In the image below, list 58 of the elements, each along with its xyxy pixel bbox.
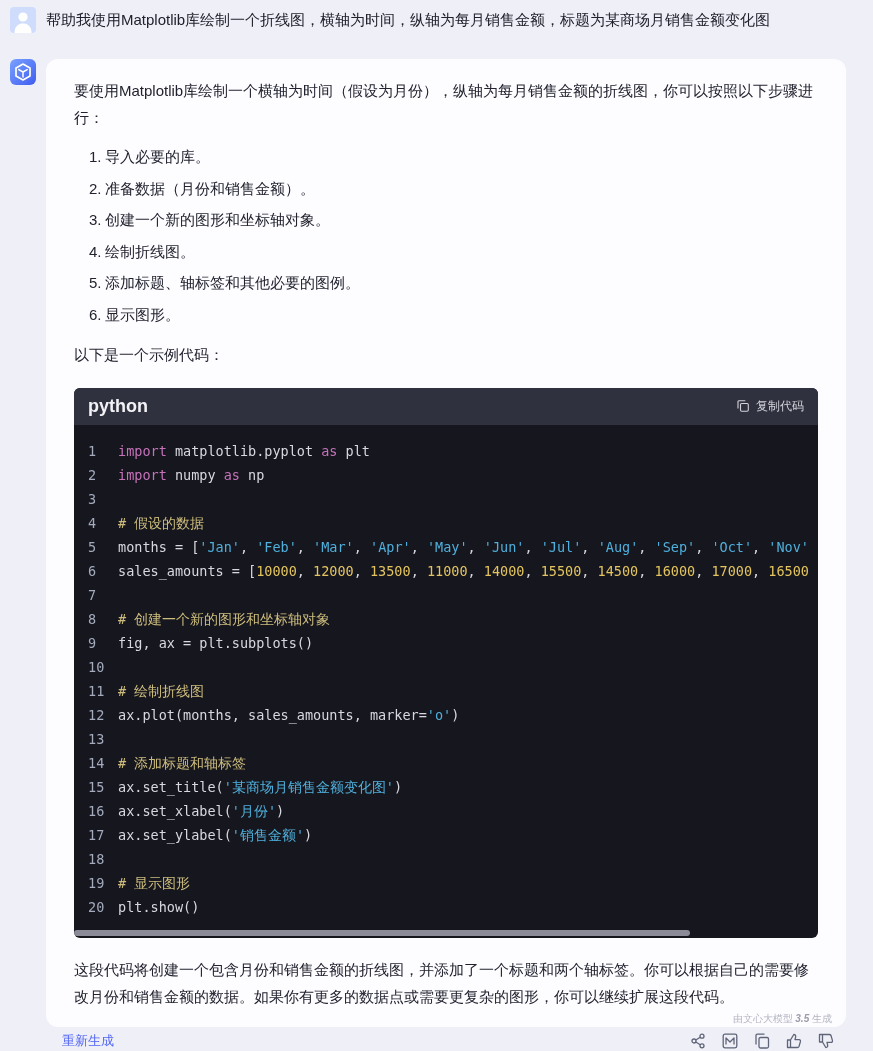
thumbs-down-icon[interactable]	[818, 1032, 834, 1049]
code-intro-text: 以下是一个示例代码：	[74, 344, 225, 365]
line-number: 4	[88, 513, 98, 533]
line-number: 8	[88, 609, 98, 629]
code-language-label: python	[88, 395, 148, 417]
code-line: ax.set_xlabel('月份')	[118, 801, 285, 822]
line-number: 13	[88, 729, 106, 749]
line-number: 5	[88, 537, 98, 557]
user-message: 帮助我使用Matplotlib库绘制一个折线图，横轴为时间，纵轴为每月销售金额，标题为某商场月销售金额变化图	[46, 10, 771, 30]
code-line: # 显示图形	[118, 873, 191, 893]
code-line: # 创建一个新的图形和坐标轴对象	[118, 609, 331, 629]
line-number: 17	[88, 825, 106, 845]
line-number: 15	[88, 777, 106, 797]
regenerate-link[interactable]: 重新生成	[62, 1032, 114, 1049]
line-number: 6	[88, 561, 98, 581]
list-item: 5. 添加标题、轴标签和其他必要的图例。	[89, 273, 361, 293]
list-item: 4. 绘制折线图。	[89, 241, 196, 262]
bot-avatar-icon	[10, 59, 36, 85]
list-item: 6. 显示图形。	[89, 304, 181, 325]
line-number: 10	[88, 657, 106, 677]
code-line: # 绘制折线图	[118, 681, 205, 701]
line-number: 20	[88, 897, 106, 917]
list-item: 1. 导入必要的库。	[89, 147, 211, 167]
code-line: fig, ax = plt.subplots()	[118, 633, 314, 653]
copy-icon[interactable]	[754, 1032, 770, 1049]
code-line: months = ['Jan', 'Feb', 'Mar', 'Apr', 'May', 'Jun', 'Jul', 'Aug', 'Sep', 'Oct', 'Nov'	[118, 537, 809, 557]
copy-code-button[interactable]: 复制代码	[737, 398, 804, 414]
list-item: 2. 准备数据（月份和销售金额）。	[89, 178, 316, 199]
code-line: ax.set_ylabel('销售金额')	[118, 825, 313, 846]
code-line: # 添加标题和轴标签	[118, 753, 247, 773]
line-number: 12	[88, 705, 106, 725]
code-line: plt.show()	[118, 897, 200, 917]
thumbs-up-icon[interactable]	[786, 1032, 802, 1049]
line-number: 9	[88, 633, 98, 653]
code-line: import numpy as np	[118, 465, 265, 485]
line-number: 3	[88, 489, 98, 509]
line-number: 14	[88, 753, 106, 773]
line-number: 1	[88, 441, 98, 461]
model-note: 由文心大模型 3.5 生成	[732, 1012, 832, 1025]
code-line: ax.set_title('某商场月销售金额变化图')	[118, 777, 403, 798]
summary-paragraph: 这段代码将创建一个包含月份和销售金额的折线图，并添加了一个标题和两个轴标签。你可以根据自己的需要修改月份和销售金额的数据。如果你有更多的数据点或需要更复杂的图形，你可以继续扩展这段代码。	[74, 959, 810, 1007]
list-item: 3. 创建一个新的图形和坐标轴对象。	[89, 210, 331, 230]
line-number: 2	[88, 465, 98, 485]
user-avatar-icon	[10, 7, 36, 33]
code-line: sales_amounts = [10000, 12000, 13500, 11000, 14000, 15500, 14500, 16000, 17000, 16500	[118, 561, 809, 582]
share-icon[interactable]	[690, 1032, 706, 1049]
image-icon[interactable]	[722, 1032, 738, 1049]
line-number: 11	[88, 681, 106, 701]
line-number: 7	[88, 585, 98, 605]
line-number: 16	[88, 801, 106, 821]
code-line: import matplotlib.pyplot as plt	[118, 441, 370, 461]
code-line: ax.plot(months, sales_amounts, marker='o')	[118, 705, 460, 726]
intro-paragraph: 要使用Matplotlib库绘制一个横轴为时间（假设为月份），纵轴为每月销售金额的折线图，你可以按照以下步骤进行：	[74, 81, 815, 128]
code-line: # 假设的数据	[118, 513, 205, 533]
copy-icon	[737, 400, 749, 412]
line-number: 19	[88, 873, 106, 893]
line-number: 18	[88, 849, 106, 869]
scrollbar-thumb[interactable]	[74, 929, 690, 936]
